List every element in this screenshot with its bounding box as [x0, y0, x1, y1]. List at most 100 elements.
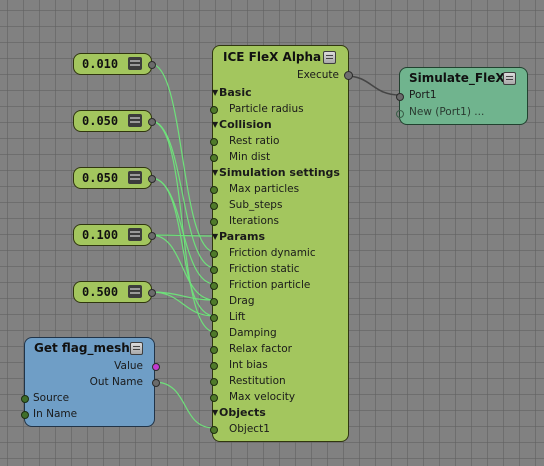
- wire: [150, 291, 216, 317]
- scalar-node[interactable]: 0.500: [73, 281, 156, 303]
- node-menu-icon[interactable]: [128, 228, 142, 241]
- group-basic[interactable]: ▼ Basic: [212, 85, 348, 101]
- source-input-port[interactable]: [21, 395, 29, 403]
- collapse-triangle-icon[interactable]: ▼: [212, 85, 218, 101]
- source-port-label: Source: [33, 392, 70, 404]
- port-label: Simulation settings: [219, 166, 340, 179]
- node-menu-icon[interactable]: [128, 171, 142, 184]
- port-row-friction-dynamic[interactable]: Friction dynamic: [210, 245, 348, 261]
- port-row-relax-factor[interactable]: Relax factor: [210, 341, 348, 357]
- node-menu-icon[interactable]: [130, 342, 143, 355]
- node-title: ICE FleX Alpha: [223, 50, 322, 64]
- port-label: Iterations: [229, 215, 280, 227]
- port-row-sub-steps[interactable]: Sub_steps: [210, 197, 348, 213]
- port-row-max-particles[interactable]: Max particles: [210, 181, 348, 197]
- in-name-port-label: In Name: [33, 408, 78, 420]
- collapse-triangle-icon[interactable]: ▼: [212, 229, 218, 245]
- port-row-damping[interactable]: Damping: [210, 325, 348, 341]
- wire: [150, 177, 216, 285]
- input-port[interactable]: [210, 266, 218, 274]
- port-row-friction-static[interactable]: Friction static: [210, 261, 348, 277]
- scalar-value: 0.050: [82, 114, 119, 128]
- execute-output-port[interactable]: [344, 71, 353, 80]
- wire: [345, 75, 401, 96]
- port-row-min-dist[interactable]: Min dist: [210, 149, 348, 165]
- collapse-triangle-icon[interactable]: ▼: [212, 165, 218, 181]
- scalar-node[interactable]: 0.010: [73, 53, 156, 75]
- input-port[interactable]: [210, 186, 218, 194]
- group-simulation-settings[interactable]: ▼ Simulation settings: [212, 165, 348, 181]
- port-label: Restitution: [229, 375, 286, 387]
- node-title: Get flag_mesh: [34, 341, 130, 355]
- wire: [150, 234, 216, 301]
- output-port[interactable]: [148, 289, 156, 297]
- input-port[interactable]: [210, 202, 218, 210]
- ice-flex-alpha-node[interactable]: ICE FleX Alpha Execute ▼ Basic Particle ra…: [210, 45, 353, 442]
- in-name-input-port[interactable]: [21, 411, 29, 419]
- output-port[interactable]: [148, 232, 156, 240]
- out-name-port-label: Out Name: [89, 376, 143, 388]
- collapse-triangle-icon[interactable]: ▼: [212, 117, 218, 133]
- get-flag-mesh-node[interactable]: Get flag_mesh Value Out Name Source In N…: [21, 337, 160, 427]
- input-port[interactable]: [210, 282, 218, 290]
- input-port[interactable]: [210, 106, 218, 114]
- output-port[interactable]: [148, 118, 156, 126]
- output-port[interactable]: [148, 61, 156, 69]
- port-label: Max velocity: [229, 391, 296, 403]
- scalar-value: 0.050: [82, 171, 119, 185]
- collapse-triangle-icon[interactable]: ▼: [212, 405, 218, 421]
- group-objects[interactable]: ▼ Objects: [212, 405, 348, 421]
- input-port[interactable]: [210, 314, 218, 322]
- port-row-rest-ratio[interactable]: Rest ratio: [210, 133, 348, 149]
- scalar-value: 0.500: [82, 285, 119, 299]
- input-port[interactable]: [210, 362, 218, 370]
- port-label: Damping: [229, 327, 277, 339]
- port-row-int-bias[interactable]: Int bias: [210, 357, 348, 373]
- port-label: Sub_steps: [229, 199, 283, 211]
- port-row-lift[interactable]: Lift: [210, 309, 348, 325]
- group-collision[interactable]: ▼ Collision: [212, 117, 348, 133]
- port-label: Params: [219, 230, 266, 243]
- wire: [153, 381, 215, 429]
- port-label: Friction static: [229, 263, 300, 275]
- port-row-object1[interactable]: Object1: [210, 421, 348, 437]
- new-port-label[interactable]: New (Port1) ...: [409, 106, 484, 118]
- value-port-label: Value: [114, 360, 143, 372]
- input-port[interactable]: [210, 394, 218, 402]
- group-params[interactable]: ▼ Params: [212, 229, 348, 245]
- port-row-friction-particle[interactable]: Friction particle: [210, 277, 348, 293]
- node-menu-icon[interactable]: [503, 72, 516, 85]
- port1-input-port[interactable]: [396, 93, 404, 101]
- input-port[interactable]: [210, 218, 218, 226]
- scalar-node[interactable]: 0.050: [73, 110, 156, 132]
- scalar-node[interactable]: 0.100: [73, 224, 156, 246]
- input-port[interactable]: [210, 138, 218, 146]
- out-name-output-port[interactable]: [152, 379, 160, 387]
- port-row-particle-radius[interactable]: Particle radius: [210, 101, 348, 117]
- value-output-port[interactable]: [152, 363, 160, 371]
- port-row-restitution[interactable]: Restitution: [210, 373, 348, 389]
- port-row-iterations[interactable]: Iterations: [210, 213, 348, 229]
- output-port[interactable]: [148, 175, 156, 183]
- wire: [150, 120, 216, 333]
- input-port[interactable]: [210, 330, 218, 338]
- new-port-input[interactable]: [396, 110, 404, 118]
- input-port[interactable]: [210, 426, 218, 434]
- scalar-node[interactable]: 0.050: [73, 167, 156, 189]
- simulate-flex-node[interactable]: Simulate_FleX Port1 New (Port1) ...: [396, 67, 528, 125]
- input-port[interactable]: [210, 298, 218, 306]
- execute-port-label: Execute: [297, 69, 339, 81]
- node-menu-icon[interactable]: [128, 57, 142, 70]
- port-row-max-velocity[interactable]: Max velocity: [210, 389, 348, 405]
- node-menu-icon[interactable]: [128, 285, 142, 298]
- node-menu-icon[interactable]: [128, 114, 142, 127]
- input-port[interactable]: [210, 154, 218, 162]
- input-port[interactable]: [210, 378, 218, 386]
- port-row-drag[interactable]: Drag: [210, 293, 348, 309]
- input-port[interactable]: [210, 250, 218, 258]
- input-port[interactable]: [210, 346, 218, 354]
- scalar-value: 0.010: [82, 57, 119, 71]
- node-title: Simulate_FleX: [409, 71, 505, 85]
- node-menu-icon[interactable]: [323, 51, 336, 64]
- port-label: Object1: [229, 423, 270, 435]
